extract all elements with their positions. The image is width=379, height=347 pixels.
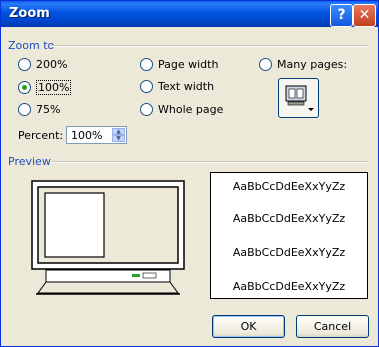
sample-line: AaBbCcDdEeXxYyZz — [232, 180, 346, 193]
percent-spin-down[interactable]: ▼ — [112, 135, 125, 142]
many-pages-button[interactable] — [278, 78, 319, 118]
preview-monitor — [18, 173, 198, 300]
percent-spin-up[interactable]: ▲ — [112, 128, 125, 135]
radio-whole-page-label: Whole page — [158, 103, 224, 116]
zoom-to-divider — [51, 45, 369, 47]
zoom-to-label: Zoom to — [8, 39, 55, 52]
radio-page-width-circle[interactable] — [140, 58, 153, 71]
percent-input[interactable]: 100% ▲ ▼ — [66, 126, 127, 144]
radio-100[interactable]: 100% — [18, 80, 72, 95]
radio-200-label: 200% — [36, 58, 68, 71]
radio-text-width[interactable]: Text width — [140, 80, 214, 93]
help-button[interactable]: ? — [330, 4, 353, 27]
radio-whole-page-circle[interactable] — [140, 103, 153, 116]
percent-value: 100% — [71, 129, 103, 142]
radio-many-pages-circle[interactable] — [259, 58, 272, 71]
radio-text-width-circle[interactable] — [140, 80, 153, 93]
radio-100-label: 100% — [36, 80, 72, 95]
radio-200[interactable]: 200% — [18, 58, 67, 71]
cancel-button[interactable]: Cancel — [296, 315, 369, 338]
percent-label: Percent: — [18, 129, 64, 142]
sample-line: AaBbCcDdEeXxYyZz — [232, 212, 346, 225]
radio-whole-page[interactable]: Whole page — [140, 103, 223, 116]
sample-line: AaBbCcDdEeXxYyZz — [232, 280, 346, 293]
radio-many-pages-label: Many pages: — [277, 58, 348, 71]
sample-line: AaBbCcDdEeXxYyZz — [232, 246, 346, 259]
radio-many-pages[interactable]: Many pages: — [259, 58, 347, 71]
monitor-pages-icon — [285, 85, 314, 111]
title-bar: Zoom ? ✕ — [1, 1, 378, 27]
preview-label: Preview — [8, 155, 51, 168]
window-title: Zoom — [9, 6, 50, 21]
ok-button[interactable]: OK — [212, 315, 285, 338]
radio-100-circle[interactable] — [18, 81, 31, 94]
radio-text-width-label: Text width — [158, 80, 215, 93]
zoom-dialog: Zoom ? ✕ Zoom to 200% 100% 75% Page widt… — [0, 0, 379, 347]
radio-75[interactable]: 75% — [18, 103, 60, 116]
preview-sample-text: AaBbCcDdEeXxYyZz AaBbCcDdEeXxYyZz AaBbCc… — [210, 172, 368, 299]
radio-page-width-label: Page width — [158, 58, 219, 71]
monitor-preview-icon — [31, 180, 185, 295]
radio-200-circle[interactable] — [18, 58, 31, 71]
close-button[interactable]: ✕ — [353, 4, 376, 27]
preview-divider — [52, 161, 369, 163]
radio-75-label: 75% — [36, 103, 61, 116]
radio-75-circle[interactable] — [18, 103, 31, 116]
radio-page-width[interactable]: Page width — [140, 58, 218, 71]
